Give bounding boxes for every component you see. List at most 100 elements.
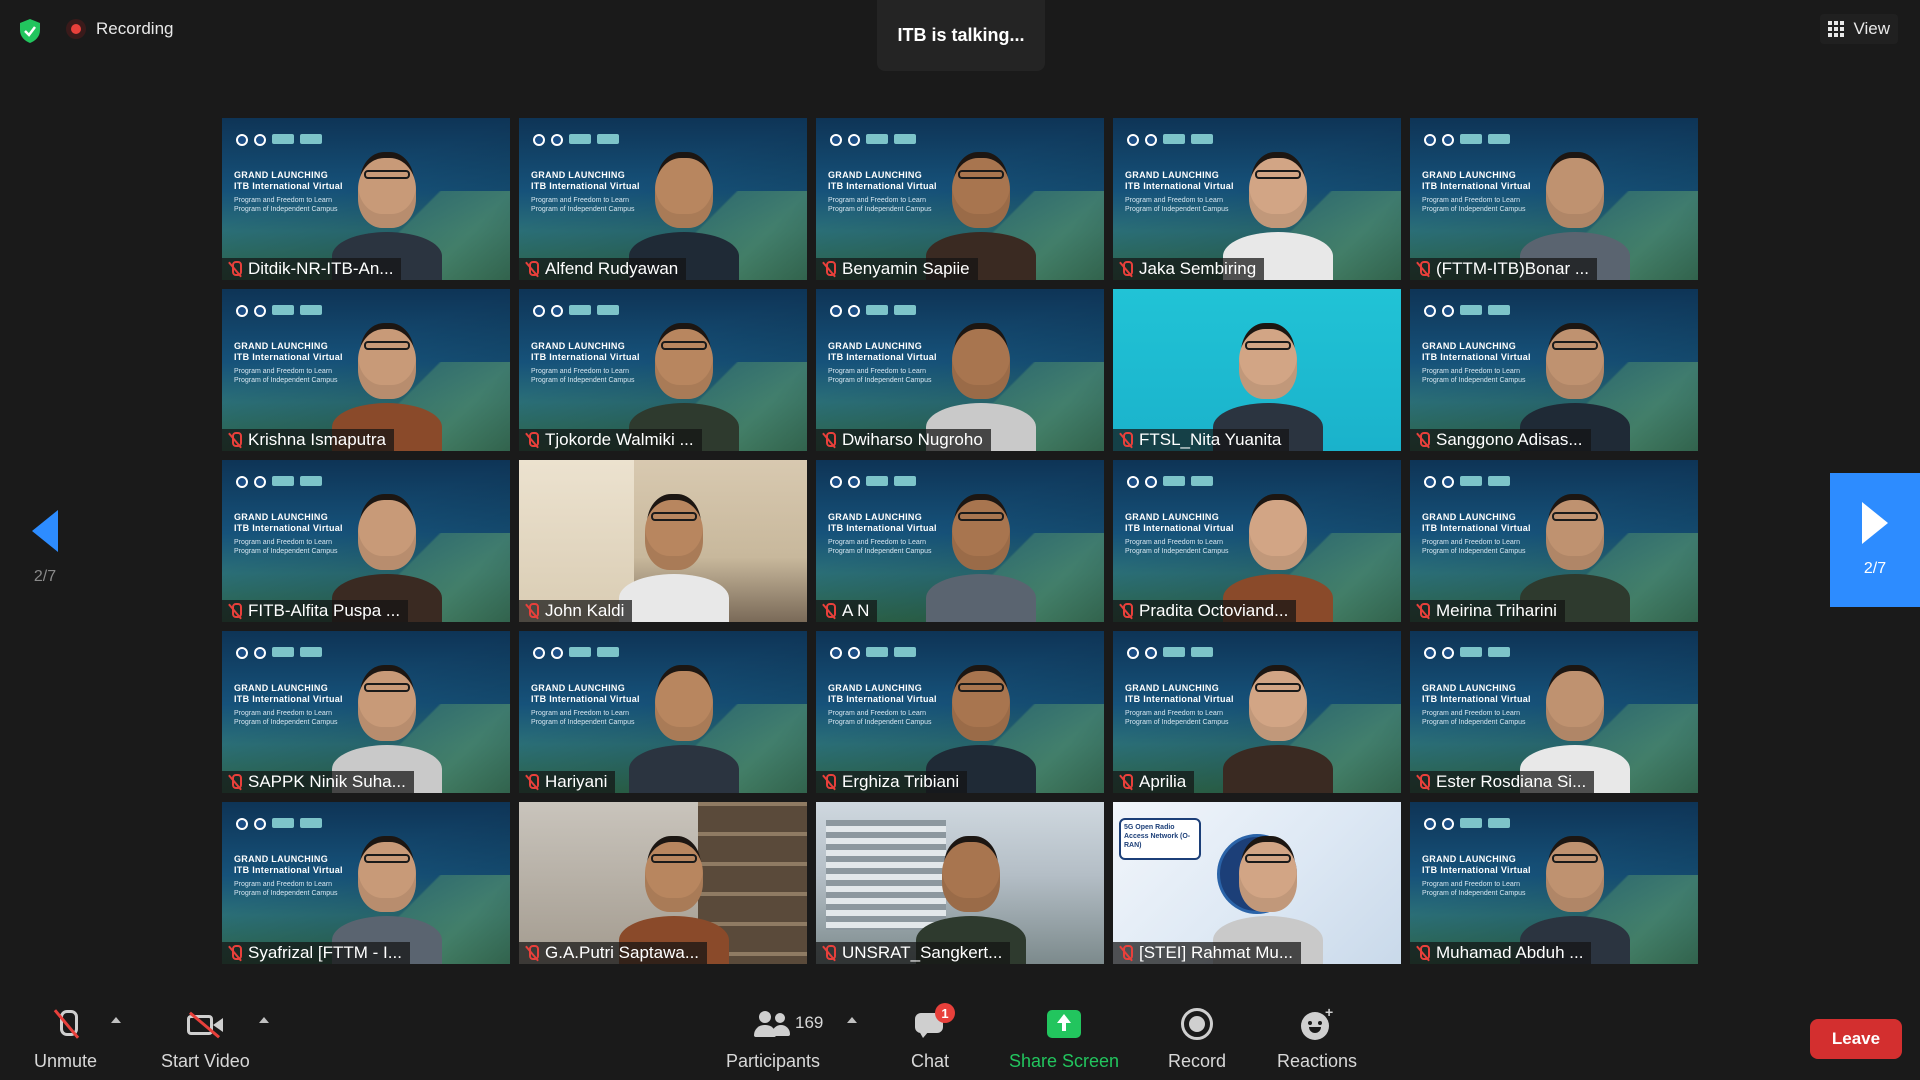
participants-button[interactable]: 169 Participants (723, 1005, 823, 1072)
event-logos-icon (1127, 134, 1213, 146)
participant-name: FITB-Alfita Puspa ... (248, 601, 401, 620)
virtual-background-subtitle: Program and Freedom to Learn Program of … (531, 710, 635, 726)
participant-name-label: Tjokorde Walmiki ... (519, 429, 702, 451)
virtual-background-subtitle: Program and Freedom to Learn Program of … (234, 197, 338, 213)
reactions-button[interactable]: + Reactions (1277, 1004, 1357, 1072)
virtual-background-subtitle: Program and Freedom to Learn Program of … (234, 881, 338, 897)
video-off-icon (185, 1010, 225, 1039)
participant-tile[interactable]: GRAND LAUNCHING ITB International Virtual… (519, 631, 807, 793)
participant-name: Benyamin Sapiie (842, 259, 970, 278)
participant-tile[interactable]: John Kaldi (519, 460, 807, 622)
unmute-label: Unmute (34, 1051, 98, 1071)
participant-tile[interactable]: GRAND LAUNCHING ITB International Virtual… (1410, 118, 1698, 280)
participant-tile[interactable]: G.A.Putri Saptawa... (519, 802, 807, 964)
microphone-muted-icon (822, 603, 836, 619)
participant-name-label: G.A.Putri Saptawa... (519, 942, 708, 964)
participant-tile[interactable]: GRAND LAUNCHING ITB International Virtual… (816, 118, 1104, 280)
participant-tile[interactable]: GRAND LAUNCHING ITB International Virtual… (1410, 631, 1698, 793)
recording-indicator[interactable]: Recording (66, 19, 174, 39)
event-logos-icon (1424, 818, 1510, 830)
virtual-background-title: GRAND LAUNCHING ITB International Virtual (828, 683, 937, 704)
microphone-muted-icon (525, 432, 539, 448)
security-shield-icon[interactable] (16, 17, 44, 45)
microphone-muted-icon (51, 1008, 81, 1040)
virtual-background-subtitle: Program and Freedom to Learn Program of … (1422, 197, 1526, 213)
participant-tile[interactable]: 5G Open Radio Access Network (O-RAN)5G[S… (1113, 802, 1401, 964)
view-label: View (1853, 19, 1890, 38)
virtual-background-title: GRAND LAUNCHING ITB International Virtual (1422, 683, 1531, 704)
participant-name-label: A N (816, 600, 878, 622)
participant-tile[interactable]: GRAND LAUNCHING ITB International Virtual… (519, 118, 807, 280)
video-options-chevron-icon[interactable] (259, 1017, 269, 1023)
participant-tile[interactable]: GRAND LAUNCHING ITB International Virtual… (1113, 118, 1401, 280)
chat-icon: 1 (913, 1003, 956, 1039)
event-logos-icon (1424, 476, 1510, 488)
event-logos-icon (236, 305, 322, 317)
participant-name: [STEI] Rahmat Mu... (1139, 943, 1293, 962)
participant-video (926, 482, 1036, 622)
participant-tile[interactable]: GRAND LAUNCHING ITB International Virtual… (519, 289, 807, 451)
participant-tile[interactable]: GRAND LAUNCHING ITB International Virtual… (222, 289, 510, 451)
participant-name: John Kaldi (545, 601, 625, 620)
participant-tile[interactable]: UNSRAT_Sangkert... (816, 802, 1104, 964)
share-screen-button[interactable]: Share Screen (1009, 1005, 1119, 1072)
view-button[interactable]: View (1820, 14, 1898, 44)
participant-tile[interactable]: GRAND LAUNCHING ITB International Virtual… (222, 802, 510, 964)
participant-tile[interactable]: GRAND LAUNCHING ITB International Virtual… (222, 460, 510, 622)
participants-options-chevron-icon[interactable] (847, 1017, 857, 1023)
participant-name-label: (FTTM-ITB)Bonar ... (1410, 258, 1597, 280)
participant-tile[interactable]: GRAND LAUNCHING ITB International Virtual… (816, 289, 1104, 451)
microphone-muted-icon (1416, 261, 1430, 277)
record-button[interactable]: Record (1168, 1005, 1226, 1072)
chat-button[interactable]: 1 Chat (911, 1003, 956, 1072)
participant-name: Dwiharso Nugroho (842, 430, 983, 449)
audio-options-chevron-icon[interactable] (111, 1017, 121, 1023)
meeting-toolbar: Unmute Start Video 169 Participants 1 Ch… (0, 995, 1920, 1080)
virtual-background-subtitle: Program and Freedom to Learn Program of … (531, 197, 635, 213)
participant-tile[interactable]: GRAND LAUNCHING ITB International Virtual… (1410, 460, 1698, 622)
event-logos-icon (1424, 134, 1510, 146)
participant-name: FTSL_Nita Yuanita (1139, 430, 1282, 449)
participants-label: Participants (725, 1051, 821, 1071)
participant-name-label: FITB-Alfita Puspa ... (222, 600, 409, 622)
event-logos-icon (236, 647, 322, 659)
virtual-background-subtitle: Program and Freedom to Learn Program of … (1422, 710, 1526, 726)
start-video-button[interactable]: Start Video (161, 1005, 250, 1072)
participant-tile[interactable]: FTSL_Nita Yuanita (1113, 289, 1401, 451)
participant-name: Tjokorde Walmiki ... (545, 430, 694, 449)
participants-count: 169 (795, 1013, 824, 1032)
chat-unread-badge: 1 (935, 1003, 956, 1023)
participant-name: (FTTM-ITB)Bonar ... (1436, 259, 1589, 278)
participant-tile[interactable]: GRAND LAUNCHING ITB International Virtual… (222, 631, 510, 793)
microphone-muted-icon (1416, 432, 1430, 448)
leave-button[interactable]: Leave (1810, 1019, 1902, 1059)
participant-tile[interactable]: GRAND LAUNCHING ITB International Virtual… (1113, 631, 1401, 793)
start-video-label: Start Video (161, 1051, 250, 1071)
participant-tile[interactable]: GRAND LAUNCHING ITB International Virtual… (1410, 289, 1698, 451)
participant-tile[interactable]: GRAND LAUNCHING ITB International Virtual… (1113, 460, 1401, 622)
oran-label: 5G Open Radio Access Network (O-RAN) (1119, 818, 1201, 860)
participant-name: G.A.Putri Saptawa... (545, 943, 700, 962)
participant-tile[interactable]: GRAND LAUNCHING ITB International Virtual… (816, 460, 1104, 622)
participant-name: Alfend Rudyawan (545, 259, 679, 278)
participant-tile[interactable]: GRAND LAUNCHING ITB International Virtual… (222, 118, 510, 280)
virtual-background-subtitle: Program and Freedom to Learn Program of … (828, 197, 932, 213)
microphone-muted-icon (228, 261, 242, 277)
event-logos-icon (236, 476, 322, 488)
participant-name-label: [STEI] Rahmat Mu... (1113, 942, 1301, 964)
participant-name-label: Alfend Rudyawan (519, 258, 687, 280)
participant-tile[interactable]: GRAND LAUNCHING ITB International Virtual… (816, 631, 1104, 793)
share-screen-label: Share Screen (1009, 1051, 1120, 1071)
event-logos-icon (830, 476, 916, 488)
microphone-muted-icon (1416, 945, 1430, 961)
previous-page-button[interactable]: 2/7 (20, 510, 70, 600)
microphone-muted-icon (228, 603, 242, 619)
event-logos-icon (1127, 476, 1213, 488)
participant-name: SAPPK Ninik Suha... (248, 772, 406, 791)
microphone-muted-icon (525, 261, 539, 277)
next-page-button[interactable]: 2/7 (1830, 473, 1920, 607)
virtual-background-title: GRAND LAUNCHING ITB International Virtual (234, 170, 343, 191)
unmute-button[interactable]: Unmute (34, 1005, 97, 1072)
participant-tile[interactable]: GRAND LAUNCHING ITB International Virtual… (1410, 802, 1698, 964)
participant-name: UNSRAT_Sangkert... (842, 943, 1003, 962)
